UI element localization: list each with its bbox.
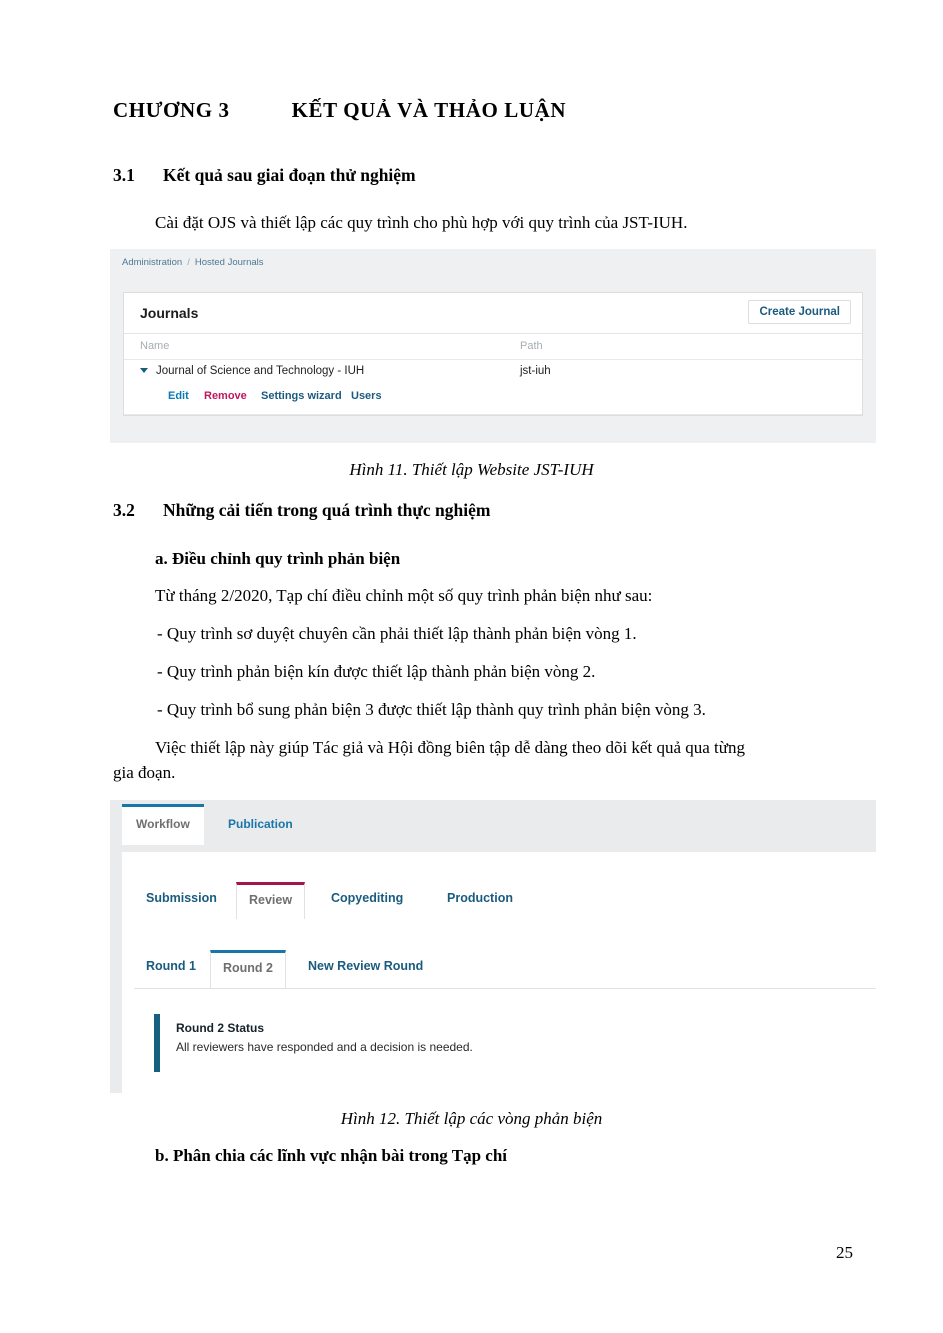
journals-card-header: Journals Create Journal	[124, 293, 862, 334]
figure-12-screenshot: Workflow Publication Submission Review C…	[110, 800, 876, 1093]
table-row[interactable]: Journal of Science and Technology - IUH …	[124, 360, 862, 386]
screenshot-left-gutter	[110, 800, 122, 1093]
section-heading-3-2: 3.2 Những cải tiến trong quá trình thực n…	[113, 500, 490, 521]
journal-name: Journal of Science and Technology - IUH	[156, 365, 365, 377]
breadcrumb-hosted-journals[interactable]: Hosted Journals	[195, 257, 264, 268]
tab-publication[interactable]: Publication	[214, 804, 307, 845]
chapter-label: CHƯƠNG 3	[113, 98, 230, 122]
breadcrumb-separator: /	[187, 257, 190, 268]
document-page: CHƯƠNG 3 KẾT QUẢ VÀ THẢO LUẬN 3.1 Kết quả …	[0, 0, 943, 1333]
bullet-item-2: - Quy trình phản biện kín được thiết lập…	[157, 662, 596, 681]
tab-review[interactable]: Review	[236, 882, 306, 919]
bullet-item-1: - Quy trình sơ duyệt chuyên cần phải thi…	[157, 624, 637, 643]
breadcrumb-administration[interactable]: Administration	[122, 257, 182, 268]
paragraph-a-intro: Từ tháng 2/2020, Tạp chí điều chỉnh một …	[155, 586, 653, 605]
chapter-heading: CHƯƠNG 3 KẾT QUẢ VÀ THẢO LUẬN	[113, 98, 566, 123]
chapter-title: KẾT QUẢ VÀ THẢO LUẬN	[291, 98, 567, 122]
figure-11-caption: Hình 11. Thiết lập Website JST-IUH	[349, 460, 594, 479]
section-title-3-1: Kết quả sau giai đoạn thử nghiệm	[163, 165, 416, 185]
tab-copyediting[interactable]: Copyediting	[319, 882, 415, 914]
remove-link[interactable]: Remove	[204, 390, 247, 402]
breadcrumb: Administration / Hosted Journals	[122, 257, 264, 268]
journals-table-header: Name Path	[124, 334, 862, 360]
journal-row-actions: Edit Remove Settings wizard Users	[124, 386, 862, 415]
paragraph-closing-line-1: Việc thiết lập này giúp Tác giả và Hội đ…	[155, 738, 745, 757]
subsection-heading-a: a. Điều chỉnh quy trình phản biện	[155, 549, 401, 568]
caret-down-icon[interactable]	[140, 368, 148, 373]
section-number-3-1: 3.1	[113, 165, 135, 185]
journal-path: jst-iuh	[520, 365, 551, 377]
review-round-tabs: Round 1 Round 2 New Review Round	[134, 950, 876, 989]
tab-workflow[interactable]: Workflow	[122, 804, 204, 845]
bullet-item-3: - Quy trình bổ sung phản biện 3 được thi…	[157, 700, 706, 719]
tab-round-1[interactable]: Round 1	[134, 950, 208, 982]
new-review-round-button[interactable]: New Review Round	[296, 950, 435, 982]
figure-11-screenshot: Administration / Hosted Journals Journals …	[110, 249, 876, 443]
users-link[interactable]: Users	[351, 390, 382, 402]
section-number-3-2: 3.2	[113, 500, 135, 520]
settings-wizard-link[interactable]: Settings wizard	[261, 390, 342, 402]
paragraph-closing-line-2: gia đoạn.	[113, 763, 176, 782]
subsection-heading-b: b. Phân chia các lĩnh vực nhận bài trong…	[155, 1146, 508, 1165]
round-status-title: Round 2 Status	[176, 1021, 265, 1035]
column-header-name: Name	[140, 340, 170, 352]
section-title-3-2: Những cải tiến trong quá trình thực nghi…	[163, 500, 491, 520]
section-heading-3-1: 3.1 Kết quả sau giai đoạn thử nghiệm	[113, 165, 416, 186]
journals-card: Journals Create Journal Name Path Journa…	[123, 292, 863, 416]
tab-production[interactable]: Production	[435, 882, 525, 914]
round-status-description: All reviewers have responded and a decis…	[176, 1040, 473, 1054]
round-status-box: Round 2 Status All reviewers have respon…	[154, 1014, 473, 1072]
tab-submission[interactable]: Submission	[134, 882, 229, 914]
journals-title: Journals	[140, 305, 199, 321]
create-journal-button[interactable]: Create Journal	[748, 300, 851, 324]
edit-link[interactable]: Edit	[168, 390, 189, 402]
column-header-path: Path	[520, 340, 543, 352]
paragraph-3-1-intro: Cài đặt OJS và thiết lập các quy trình c…	[155, 213, 688, 232]
tab-round-2[interactable]: Round 2	[210, 950, 286, 988]
page-number: 25	[836, 1243, 853, 1262]
figure-12-caption: Hình 12. Thiết lập các vòng phản biện	[340, 1109, 603, 1128]
